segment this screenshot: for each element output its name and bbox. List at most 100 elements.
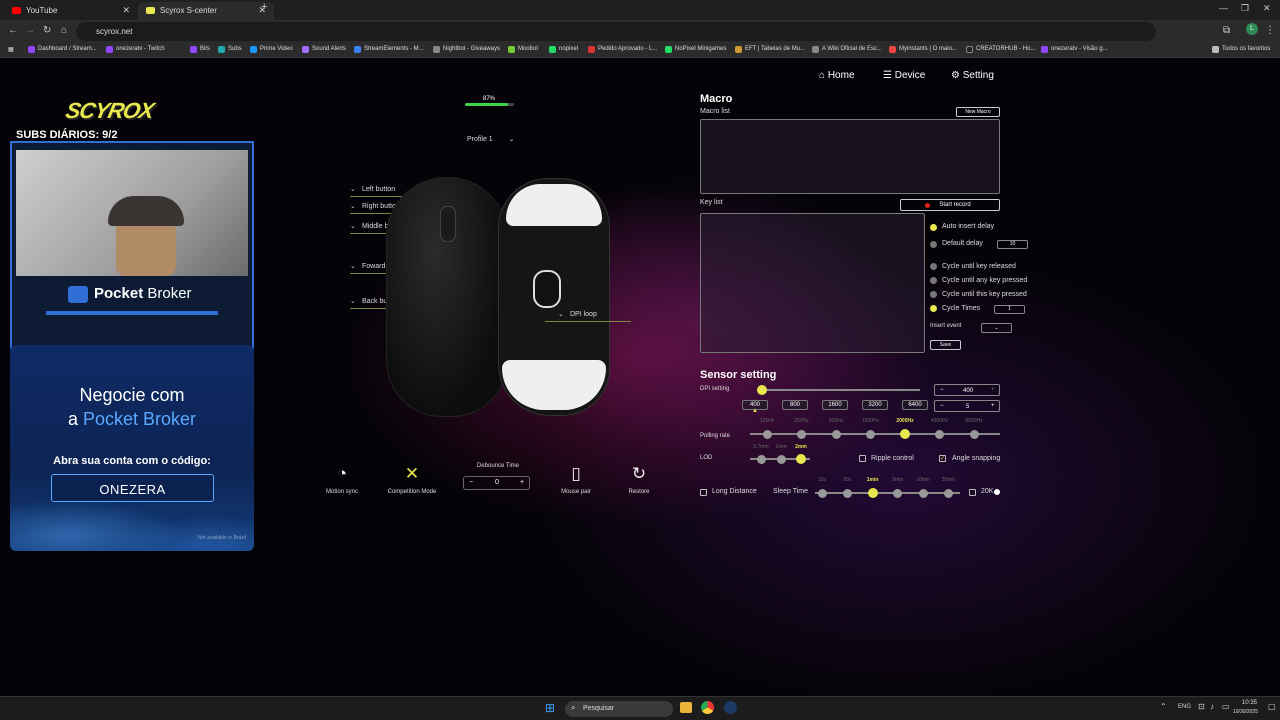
forward-icon[interactable]: →: [25, 25, 35, 36]
home-icon[interactable]: ⌂: [61, 25, 67, 36]
dpi-value-stepper[interactable]: − 400 +: [934, 384, 1000, 396]
plus-button[interactable]: +: [991, 403, 995, 409]
bookmark[interactable]: Nightbot - Giveaways: [433, 46, 500, 53]
windows-start-icon[interactable]: ⊞: [545, 702, 557, 714]
sleep-stop[interactable]: [893, 488, 903, 498]
sleep-stop[interactable]: [842, 488, 852, 498]
auto-insert-radio[interactable]: [930, 224, 937, 231]
cycle-release-radio[interactable]: [930, 263, 937, 270]
key-list-box[interactable]: [700, 213, 925, 353]
bookmark[interactable]: nopixel: [549, 46, 578, 53]
sleep-stop[interactable]: [867, 488, 878, 498]
notifications-icon[interactable]: ▢: [1268, 702, 1276, 711]
tab-youtube[interactable]: YouTube ✕: [4, 2, 138, 20]
bookmark[interactable]: NoPixel Minigames: [665, 46, 726, 53]
bookmark[interactable]: Moobot: [508, 46, 538, 53]
all-bookmarks-folder[interactable]: Todos os favoritos: [1212, 46, 1270, 53]
language-indicator[interactable]: ENG: [1178, 704, 1191, 710]
plus-button[interactable]: +: [520, 479, 524, 486]
dpi-slider-track[interactable]: [760, 389, 920, 391]
dpi-preset[interactable]: 800: [782, 400, 808, 410]
minus-button[interactable]: −: [469, 479, 473, 486]
restore-button[interactable]: ↻ Restore: [609, 464, 669, 495]
debounce-stepper[interactable]: − 0 +: [463, 476, 530, 490]
bookmark[interactable]: CREATORHUB - Ho...: [966, 46, 1035, 53]
bookmark[interactable]: Dashboard / Stream...: [28, 46, 97, 53]
polling-stop[interactable]: [831, 429, 841, 439]
apps-icon[interactable]: ▦: [8, 46, 14, 53]
close-icon[interactable]: ✕: [122, 5, 130, 16]
save-button[interactable]: Save: [930, 340, 961, 350]
dpi-preset[interactable]: 3200: [862, 400, 888, 410]
polling-stop[interactable]: [935, 429, 944, 439]
lod-stop[interactable]: [776, 454, 786, 464]
button-dpi-loop[interactable]: ⌄ DPI loop: [558, 311, 597, 318]
tab-scyrox[interactable]: Scyrox S-center ✕: [138, 2, 274, 20]
tray-chevron-icon[interactable]: ⌃: [1160, 702, 1167, 711]
bookmark[interactable]: Sound Alerts: [302, 46, 346, 53]
sleep-stop[interactable]: [817, 488, 827, 498]
plus-button[interactable]: +: [991, 387, 995, 393]
polling-stop[interactable]: [969, 429, 979, 439]
battery-icon[interactable]: ▭: [1222, 702, 1230, 711]
nav-device[interactable]: ☰ Device: [883, 70, 925, 81]
steam-icon[interactable]: [724, 701, 737, 714]
nav-setting[interactable]: ⚙ Setting: [951, 70, 994, 81]
profile-avatar[interactable]: L: [1246, 23, 1258, 35]
insert-event-select[interactable]: ⌄: [981, 323, 1012, 333]
polling-stop[interactable]: [866, 429, 875, 439]
extensions-icon[interactable]: ⧉: [1223, 25, 1230, 36]
reload-icon[interactable]: ↻: [43, 25, 51, 36]
network-icon[interactable]: ⊡: [1198, 702, 1205, 711]
competition-mode-button[interactable]: ✕ Competition Mode: [382, 464, 442, 495]
polling-track[interactable]: [750, 433, 1000, 435]
button-left[interactable]: ⌄ Left button: [350, 186, 395, 193]
taskbar-search[interactable]: ⌕ Pesquisar: [565, 701, 673, 717]
bookmark[interactable]: Prime Video: [250, 46, 293, 53]
new-macro-button[interactable]: New Macro: [956, 107, 1000, 117]
polling-stop[interactable]: [797, 429, 806, 439]
bookmark[interactable]: Myinstants | O maio...: [889, 46, 957, 53]
polling-stop[interactable]: [762, 429, 772, 439]
nav-home[interactable]: ⌂ Home: [819, 70, 855, 81]
cycle-this-radio[interactable]: [930, 291, 937, 298]
sleep-stop[interactable]: [918, 488, 928, 498]
bookmark[interactable]: StreamElements - M...: [354, 46, 424, 53]
dpi-preset[interactable]: 6400: [902, 400, 928, 410]
chrome-icon[interactable]: [701, 701, 714, 714]
mouse-pair-button[interactable]: ▯ Mouse pair: [546, 464, 606, 495]
angle-snapping-checkbox[interactable]: ✓: [939, 455, 946, 462]
k20-checkbox[interactable]: [969, 489, 976, 496]
bookmark[interactable]: onezeratv - Visão g...: [1041, 46, 1108, 53]
macro-list-box[interactable]: [700, 119, 1000, 194]
bookmark[interactable]: Subs: [218, 46, 242, 53]
volume-icon[interactable]: ♪: [1210, 702, 1214, 711]
window-close-icon[interactable]: ✕: [1263, 3, 1271, 14]
bookmark[interactable]: EFT | Tabelas de Mu...: [735, 46, 805, 53]
cycle-any-radio[interactable]: [930, 277, 937, 284]
bookmark[interactable]: Bits: [190, 46, 210, 53]
long-distance-checkbox[interactable]: [700, 489, 707, 496]
profile-select[interactable]: Profile 1 ⌄: [467, 135, 515, 143]
dpi-preset[interactable]: 1600: [822, 400, 848, 410]
bookmark[interactable]: onezeratv - Twitch: [106, 46, 165, 53]
default-delay-input[interactable]: 10: [997, 240, 1028, 249]
new-tab-icon[interactable]: +: [261, 1, 267, 13]
sleep-track[interactable]: [815, 492, 960, 494]
dpi-count-stepper[interactable]: − 5 +: [934, 400, 1000, 412]
back-icon[interactable]: ←: [8, 25, 18, 36]
cycle-times-radio[interactable]: [930, 305, 937, 312]
lod-stop[interactable]: [756, 454, 766, 464]
file-explorer-icon[interactable]: [680, 702, 692, 713]
motion-sync-button[interactable]: ◔ Motion sync: [312, 464, 372, 495]
minus-button[interactable]: −: [940, 403, 944, 409]
dpi-slider-thumb[interactable]: [757, 385, 767, 395]
maximize-icon[interactable]: ❐: [1241, 3, 1249, 14]
address-bar[interactable]: scyrox.net: [76, 22, 1156, 41]
clock-date[interactable]: 10/30/2025: [1233, 709, 1258, 715]
lod-stop[interactable]: [796, 454, 806, 464]
bookmark[interactable]: A Wiki Oficial de Esc...: [812, 46, 882, 53]
bookmark[interactable]: Pedido Aprovado - L...: [588, 46, 657, 53]
minus-button[interactable]: −: [940, 387, 944, 393]
clock-time[interactable]: 10:35: [1242, 700, 1257, 706]
